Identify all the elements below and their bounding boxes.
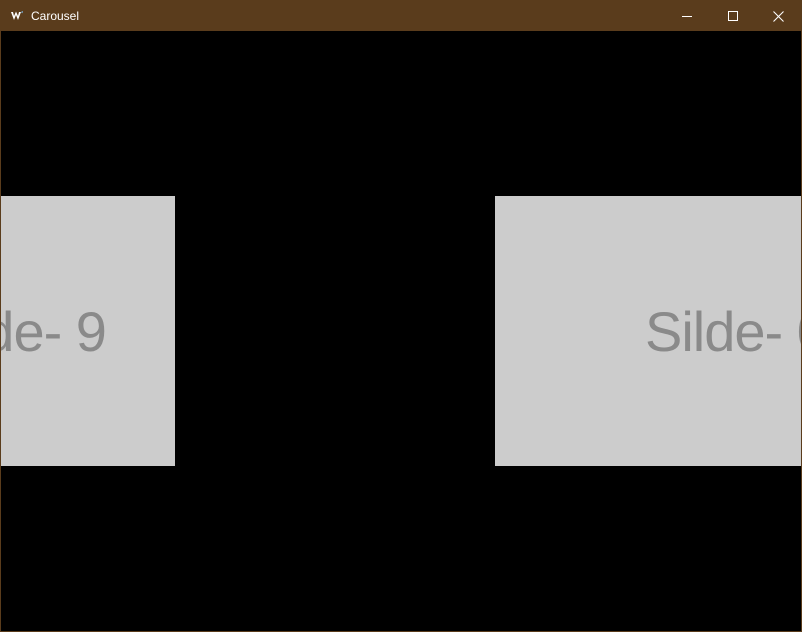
close-icon	[772, 10, 784, 22]
close-button[interactable]	[755, 1, 801, 31]
slide-label: Silde- 0	[645, 299, 801, 363]
maximize-button[interactable]	[710, 1, 756, 31]
carousel[interactable]: Silde- 9 Silde- 0	[1, 31, 801, 631]
carousel-slide-next[interactable]: Silde- 0	[495, 196, 801, 466]
maximize-icon	[728, 11, 738, 21]
kivy-logo-icon	[11, 11, 23, 20]
carousel-slide-previous[interactable]: Silde- 9	[1, 196, 175, 466]
slide-label: Silde- 9	[1, 299, 107, 363]
window-title: Carousel	[31, 9, 80, 23]
minimize-icon	[682, 16, 692, 17]
minimize-button[interactable]	[664, 1, 710, 31]
app-window: Carousel Silde- 9 Silde- 0	[0, 0, 802, 632]
title-bar[interactable]: Carousel	[1, 1, 801, 31]
